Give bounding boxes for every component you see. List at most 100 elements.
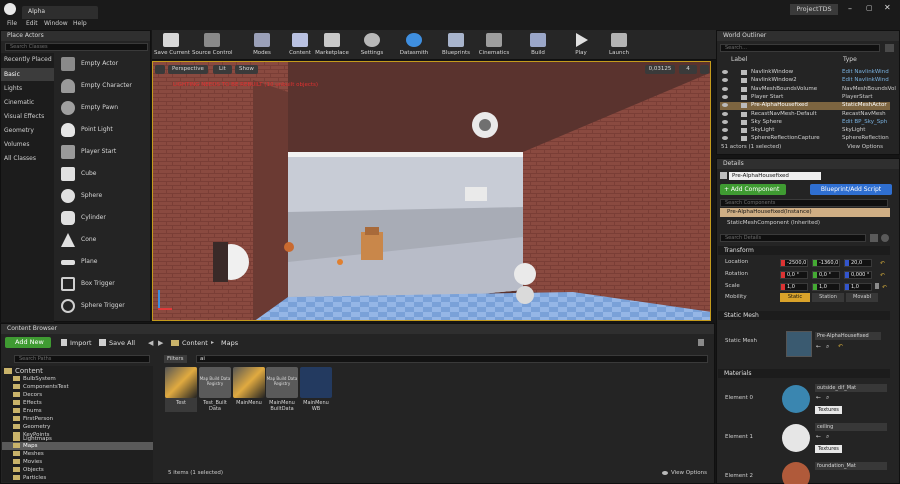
asset-tile[interactable]: MainMenu <box>233 367 265 406</box>
breadcrumb-content[interactable]: Content <box>182 339 208 347</box>
rotation-z-input[interactable]: 0,000 ° <box>844 271 872 279</box>
tree-folder[interactable]: FirstPerson <box>13 416 53 422</box>
visibility-eye-icon[interactable] <box>722 70 728 74</box>
rotation-y-input[interactable]: 0,0 ° <box>812 271 840 279</box>
asset-tile-selected[interactable]: Test <box>165 367 197 412</box>
show-button[interactable]: Show <box>235 65 258 74</box>
category-all-classes[interactable]: All Classes <box>4 155 36 162</box>
content-view-options[interactable]: View Options <box>671 470 707 476</box>
tree-folder[interactable]: Movies <box>13 459 42 465</box>
outliner-search-input[interactable]: Search... <box>720 44 880 52</box>
actor-sphere[interactable]: Sphere <box>57 186 150 206</box>
category-recently-placed[interactable]: Recently Placed <box>4 56 52 63</box>
outliner-row[interactable]: NavMeshBoundsVolume NavMeshBoundsVol <box>720 86 896 94</box>
visibility-eye-icon[interactable] <box>722 103 728 107</box>
search-details-input[interactable]: Search Details <box>720 234 866 242</box>
actor-plane[interactable]: Plane <box>57 252 150 272</box>
launch-button[interactable]: Launch <box>605 31 633 58</box>
transform-header[interactable]: Transform <box>718 246 890 255</box>
static-mesh-thumbnail[interactable] <box>786 331 812 357</box>
actor-empty-actor[interactable]: Empty Actor <box>57 54 150 74</box>
search-components-input[interactable]: Search Components <box>720 199 888 207</box>
textures-dropdown-0[interactable]: Textures <box>815 406 842 414</box>
datasmith-button[interactable]: Datasmith <box>399 31 429 58</box>
category-volumes[interactable]: Volumes <box>4 141 29 148</box>
tree-folder-selected[interactable]: Maps <box>13 443 37 449</box>
actor-cone[interactable]: Cone <box>57 230 150 250</box>
import-button[interactable]: Import <box>70 339 92 347</box>
category-lights[interactable]: Lights <box>4 85 22 92</box>
actor-point-light[interactable]: Point Light <box>57 120 150 140</box>
viewport-options-button[interactable] <box>155 65 165 74</box>
visibility-eye-icon[interactable] <box>722 128 728 132</box>
source-control-button[interactable]: Source Control <box>192 31 233 58</box>
save-all-button[interactable]: Save All <box>109 339 135 347</box>
outliner-row-selected[interactable]: Pre-AlphaHousefixed StaticMeshActor <box>720 102 890 110</box>
rotation-x-input[interactable]: 0,0 ° <box>780 271 808 279</box>
visibility-eye-icon[interactable] <box>722 87 728 91</box>
reset-mesh-icon[interactable]: ↶ <box>838 343 843 350</box>
scale-x-input[interactable]: 1,0 <box>780 283 808 291</box>
material-picker-1[interactable]: ceiling <box>815 423 887 431</box>
scale-y-input[interactable]: 1,0 <box>812 283 840 291</box>
tree-folder[interactable]: BulbSystem <box>13 376 56 382</box>
outliner-row[interactable]: SphereReflectionCapture SphereReflection <box>720 135 890 141</box>
tree-folder[interactable]: Objects <box>13 467 44 473</box>
world-outliner-tab[interactable]: World Outliner <box>717 31 899 41</box>
row-type[interactable]: Edit BP_Sky_Sph <box>842 119 887 125</box>
outliner-row[interactable]: Sky Sphere Edit BP_Sky_Sph <box>720 119 890 127</box>
outliner-view-options[interactable]: View Options <box>847 144 883 150</box>
tree-folder[interactable]: ComponentsTest <box>13 384 69 390</box>
blueprints-button[interactable]: Blueprints <box>440 31 472 58</box>
menu-file[interactable]: File <box>7 20 17 27</box>
add-new-button[interactable]: Add New <box>5 337 51 348</box>
visibility-eye-icon[interactable] <box>722 136 728 140</box>
browse-mesh-icon[interactable]: ⌕ <box>826 343 829 351</box>
material-browse-icon[interactable]: ⌕ <box>826 394 829 402</box>
category-cinematic[interactable]: Cinematic <box>4 99 34 106</box>
actor-sphere-trigger[interactable]: Sphere Trigger <box>57 296 150 316</box>
outliner-settings-icon[interactable] <box>885 44 894 52</box>
history-back-icon[interactable]: ◀ <box>148 339 153 347</box>
material-picker-2[interactable]: foundation_Mat <box>815 462 887 470</box>
asset-tile[interactable]: Map Build Data Registry MainMenu BuiltDat… <box>266 367 298 412</box>
level-viewport[interactable]: Perspective Lit Show LIGHTING NEEDS TO B… <box>152 61 711 321</box>
lock-scale-icon[interactable] <box>875 283 879 289</box>
static-mesh-picker[interactable]: Pre-AlphaHousefixed <box>815 332 881 340</box>
maximize-viewport-icon[interactable] <box>700 65 709 74</box>
tree-folder[interactable]: Meshes <box>13 451 44 457</box>
lock-icon[interactable] <box>698 339 704 346</box>
category-basic[interactable]: Basic <box>4 71 20 78</box>
static-mesh-component-row[interactable]: StaticMeshComponent (Inherited) <box>727 220 820 226</box>
details-visibility-icon[interactable] <box>881 234 889 242</box>
component-instance-row[interactable]: Pre-AlphaHousefixed(Instance) <box>720 208 890 217</box>
camera-speed[interactable]: 4 <box>679 65 697 74</box>
details-tab[interactable]: Details <box>717 159 899 169</box>
menu-window[interactable]: Window <box>44 20 68 27</box>
location-y-input[interactable]: -1360,0 <box>812 259 840 267</box>
tree-folder[interactable]: Effects <box>13 400 42 406</box>
material-thumbnail-2[interactable] <box>782 462 810 484</box>
perspective-button[interactable]: Perspective <box>168 65 208 74</box>
actor-empty-pawn[interactable]: Empty Pawn <box>57 98 150 118</box>
marketplace-button[interactable]: Marketplace <box>315 31 349 58</box>
outliner-row[interactable]: NavlinkWindow Edit NavlinkWind <box>720 69 890 77</box>
actor-cube[interactable]: Cube <box>57 164 150 184</box>
unreal-logo-icon[interactable] <box>4 3 16 15</box>
actor-player-start[interactable]: Player Start <box>57 142 150 162</box>
search-classes-input[interactable]: Search Classes <box>5 43 148 51</box>
material-thumbnail-0[interactable] <box>782 385 810 413</box>
category-visual-effects[interactable]: Visual Effects <box>4 113 44 120</box>
tree-folder[interactable]: Enums <box>13 408 42 414</box>
use-selected-arrow-icon[interactable]: ← <box>816 343 821 350</box>
maximize-button[interactable]: ▢ <box>866 4 873 12</box>
snap-value[interactable]: 0,03125 <box>645 65 675 74</box>
settings-button[interactable]: Settings <box>359 31 385 58</box>
asset-tile[interactable]: MainMenu WB <box>300 367 332 412</box>
mobility-static-option[interactable]: Static <box>780 293 810 302</box>
actor-name-field[interactable]: Pre-AlphaHousefixed <box>729 172 821 180</box>
outliner-row[interactable]: Player Start PlayerStart <box>720 94 890 102</box>
material-thumbnail-1[interactable] <box>782 424 810 452</box>
content-button[interactable]: Content <box>287 31 313 58</box>
visibility-eye-icon[interactable] <box>722 78 728 82</box>
